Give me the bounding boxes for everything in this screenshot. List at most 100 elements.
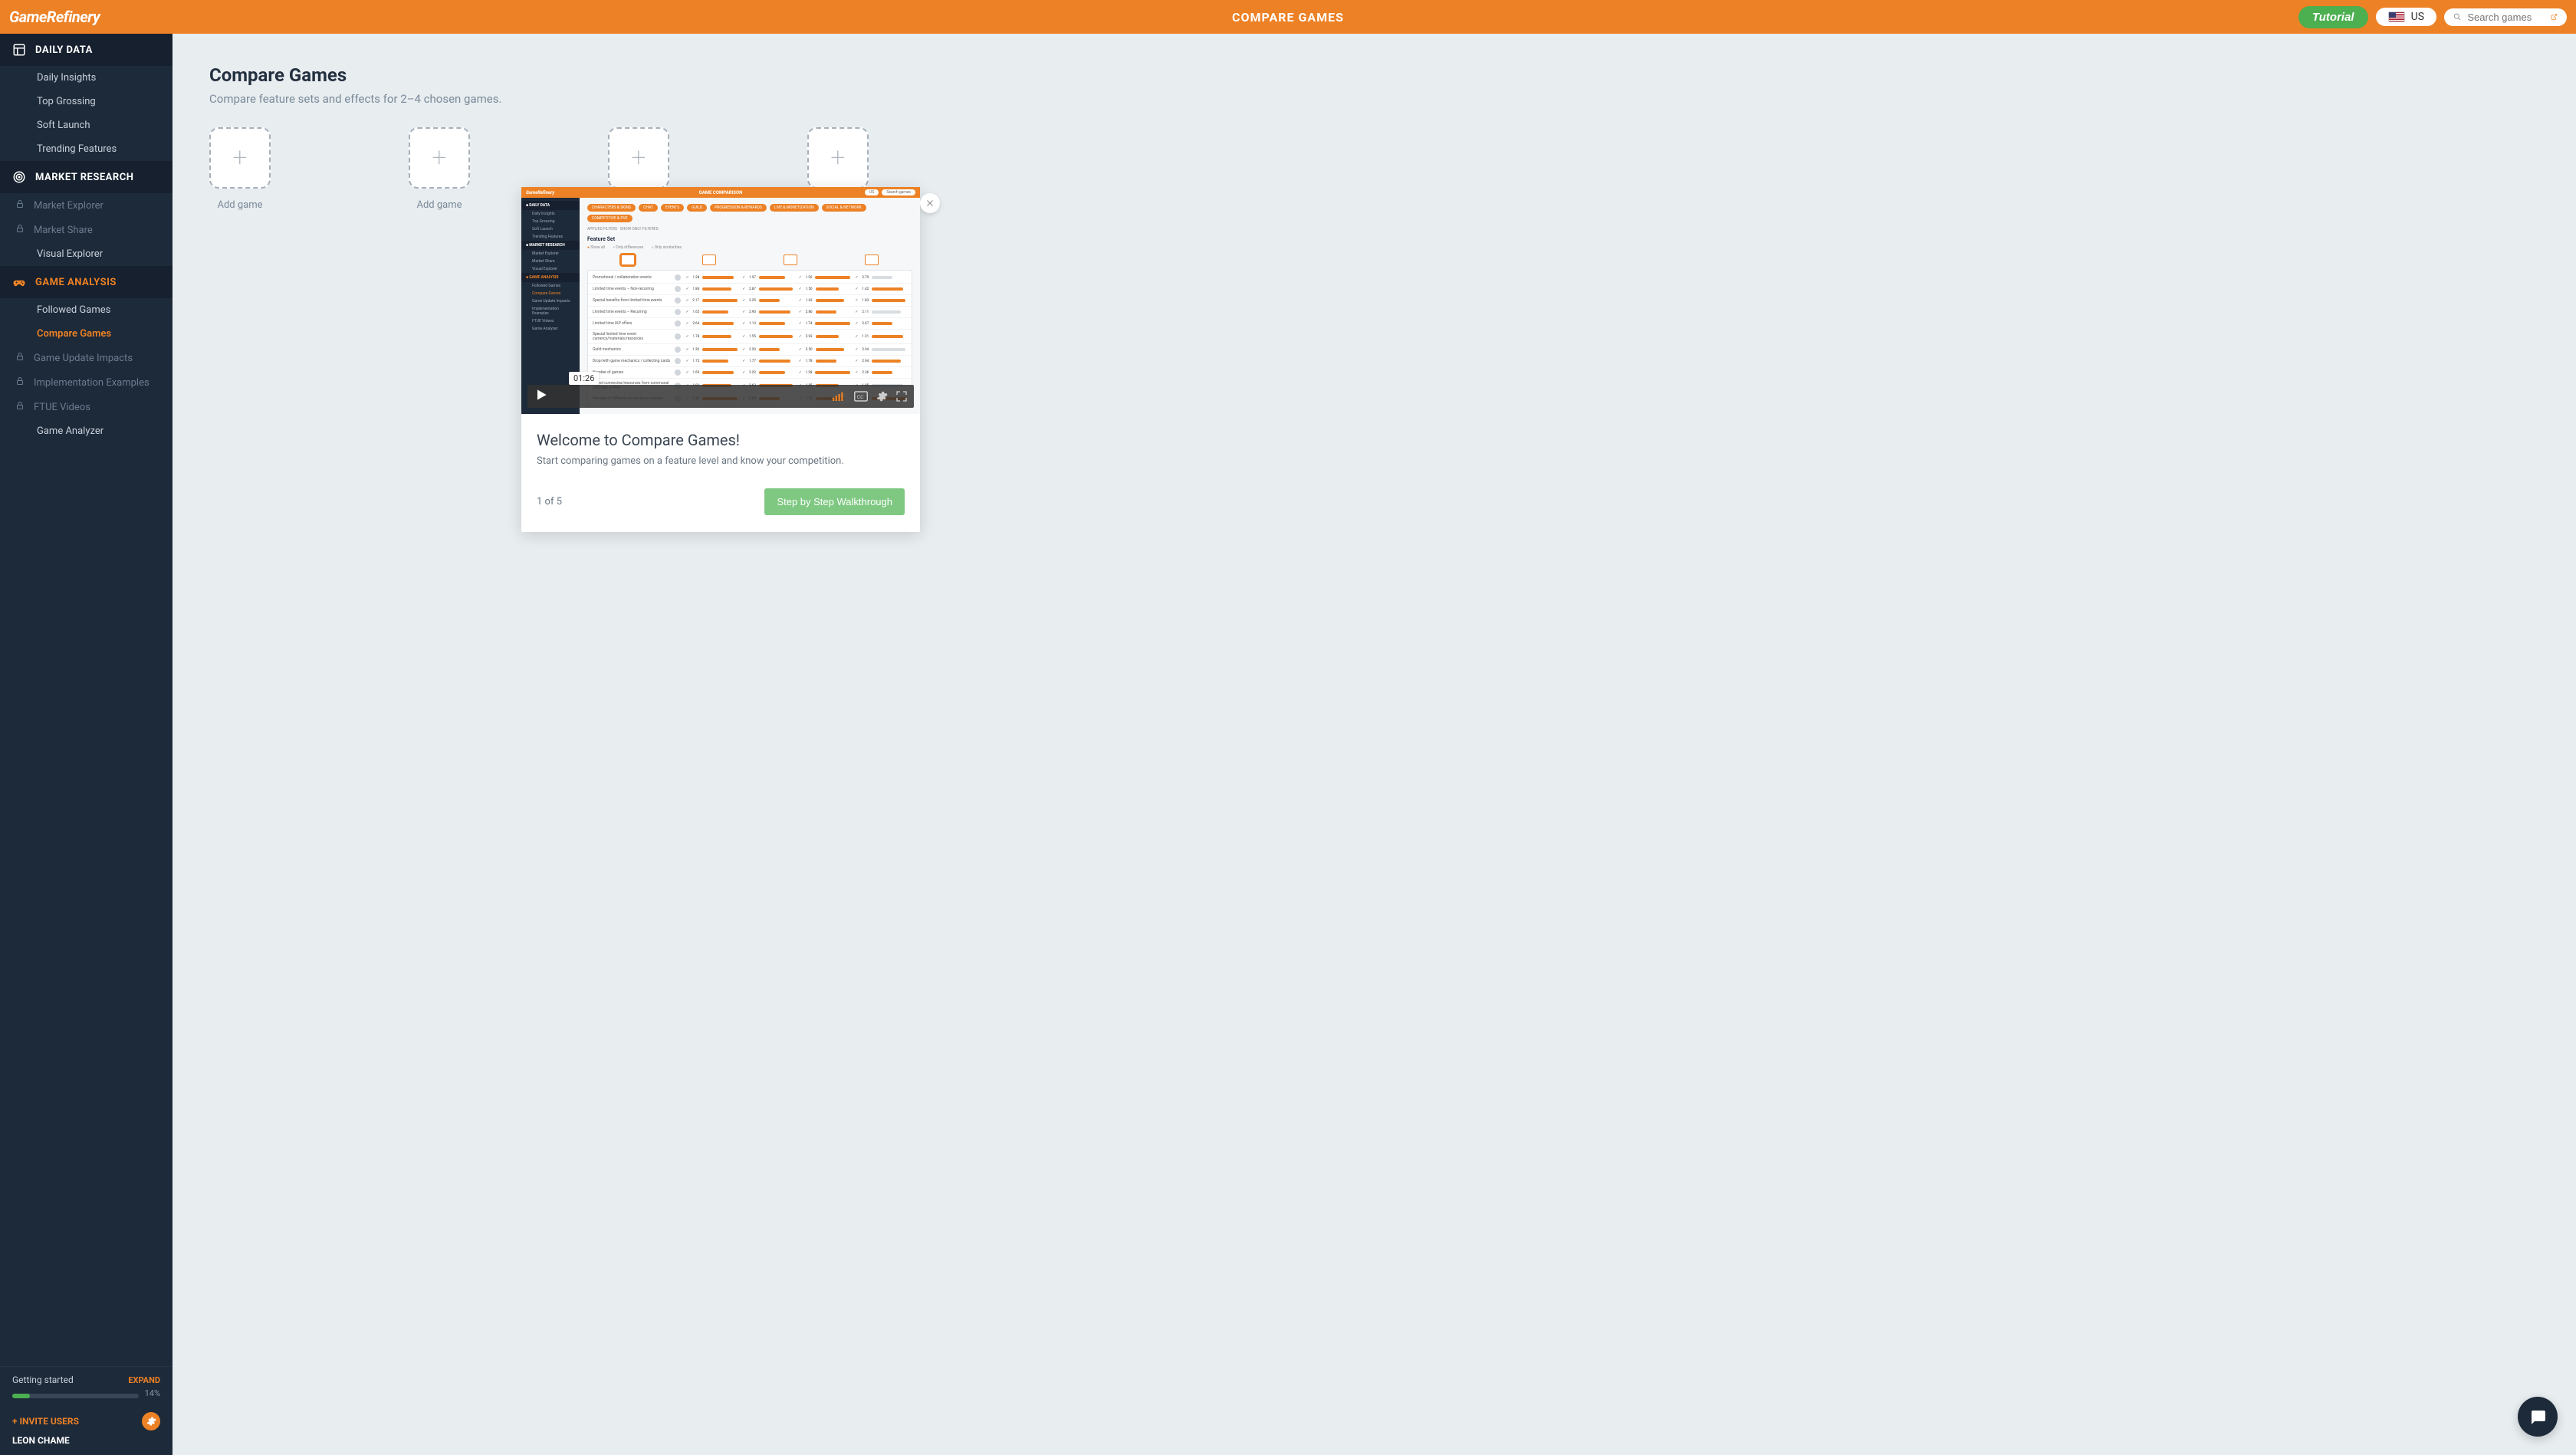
- nav-item[interactable]: Top Grossing: [0, 90, 172, 113]
- getting-started-label: Getting started: [12, 1375, 74, 1385]
- video-mock-search: Search games: [882, 189, 915, 195]
- nav-item[interactable]: Trending Features: [0, 137, 172, 161]
- search-icon: [2453, 11, 2461, 22]
- nav-item-label: FTUE Videos: [34, 402, 90, 413]
- region-selector[interactable]: US: [2376, 8, 2436, 26]
- nav-item-label: Top Grossing: [37, 96, 96, 107]
- nav-section-market[interactable]: MARKET RESEARCH: [0, 161, 172, 193]
- page-subtitle: Compare feature sets and effects for 2–4…: [209, 92, 2539, 106]
- nav-item-label: Game Update Impacts: [34, 353, 133, 364]
- add-game-slot: + Add game: [409, 127, 470, 211]
- fullscreen-icon: [895, 390, 908, 402]
- nav-item-label: Game Analyzer: [37, 425, 104, 437]
- tutorial-modal: GameRefinery GAME COMPARISON US Search g…: [521, 187, 920, 532]
- nav-item: Game Update Impacts: [0, 346, 172, 370]
- video-settings-button[interactable]: [876, 390, 888, 402]
- nav-item: FTUE Videos: [0, 395, 172, 419]
- brand-logo[interactable]: GameRefinery: [9, 8, 100, 26]
- video-mock-sub: APPLIED FILTERS SHOW ONLY FILTERED: [587, 227, 912, 232]
- user-name[interactable]: LEON CHAME: [0, 1432, 172, 1455]
- add-game-button[interactable]: +: [409, 127, 470, 189]
- video-mock-region: US: [865, 189, 879, 195]
- lock-icon: [15, 401, 25, 410]
- getting-started-panel[interactable]: Getting started EXPAND 14%: [0, 1367, 172, 1406]
- nav-item-label: Daily Insights: [37, 72, 96, 84]
- nav-section-label: GAME ANALYSIS: [35, 277, 117, 288]
- invite-users-link[interactable]: + INVITE USERS: [12, 1416, 79, 1427]
- fullscreen-button[interactable]: [895, 390, 908, 402]
- add-game-button[interactable]: +: [608, 127, 669, 189]
- gear-icon: [146, 1416, 156, 1427]
- video-mock-title: GAME COMPARISON: [699, 190, 743, 195]
- nav-item-label: Implementation Examples: [34, 377, 150, 389]
- region-label: US: [2411, 11, 2424, 23]
- captions-button[interactable]: CC: [854, 391, 868, 402]
- gear-icon: [876, 390, 888, 402]
- nav-item-label: Trending Features: [37, 143, 117, 155]
- video-controls: CC: [527, 385, 914, 408]
- play-icon: [534, 387, 549, 402]
- page-title: Compare Games: [209, 64, 2539, 86]
- close-button[interactable]: [920, 193, 940, 213]
- close-icon: [925, 199, 935, 208]
- nav-item-label: Market Share: [34, 225, 93, 236]
- plus-icon: +: [432, 145, 446, 171]
- nav-section-label: MARKET RESEARCH: [35, 172, 133, 183]
- tutorial-button[interactable]: Tutorial: [2298, 6, 2368, 28]
- tutorial-video[interactable]: GameRefinery GAME COMPARISON US Search g…: [521, 187, 920, 414]
- volume-button[interactable]: [833, 391, 846, 402]
- step-counter: 1 of 5: [537, 496, 562, 507]
- nav-item[interactable]: Followed Games: [0, 298, 172, 322]
- add-game-button[interactable]: +: [209, 127, 271, 189]
- chat-fab[interactable]: [2518, 1397, 2558, 1437]
- external-link-icon: [2551, 12, 2558, 21]
- lock-icon: [15, 224, 25, 233]
- svg-text:CC: CC: [857, 394, 864, 400]
- nav-item-label: Followed Games: [37, 304, 110, 316]
- settings-button[interactable]: [142, 1412, 160, 1430]
- nav-item: Market Share: [0, 218, 172, 242]
- nav-item-label: Visual Explorer: [37, 248, 103, 260]
- modal-description: Start comparing games on a feature level…: [537, 455, 905, 467]
- nav-section-daily[interactable]: DAILY DATA: [0, 34, 172, 66]
- nav-item: Implementation Examples: [0, 370, 172, 395]
- gamepad-icon: [12, 275, 26, 289]
- lock-icon: [15, 352, 25, 361]
- nav-item[interactable]: Visual Explorer: [0, 242, 172, 266]
- add-game-button[interactable]: +: [807, 127, 869, 189]
- progress-percent: 14%: [145, 1388, 160, 1398]
- expand-link[interactable]: EXPAND: [128, 1375, 160, 1385]
- nav-section-analysis[interactable]: GAME ANALYSIS: [0, 266, 172, 298]
- sidebar: DAILY DATA Daily Insights Top Grossing Soft…: [0, 34, 172, 1455]
- nav-section-label: DAILY DATA: [35, 44, 93, 56]
- nav-item[interactable]: Daily Insights: [0, 66, 172, 90]
- plus-icon: +: [232, 145, 247, 171]
- add-game-slot: +Add game: [209, 127, 271, 211]
- nav-item[interactable]: Compare Games: [0, 322, 172, 346]
- page-header-title: COMPARE GAMES: [1232, 10, 1344, 25]
- nav-item[interactable]: Soft Launch: [0, 113, 172, 137]
- data-icon: [12, 43, 26, 57]
- add-game-label: Add game: [416, 199, 462, 211]
- nav-item[interactable]: Game Analyzer: [0, 419, 172, 443]
- search-input[interactable]: [2467, 11, 2545, 23]
- main-content: Compare Games Compare feature sets and e…: [172, 34, 2576, 1455]
- lock-icon: [15, 199, 25, 209]
- modal-title: Welcome to Compare Games!: [537, 431, 905, 449]
- nav-item-label: Compare Games: [37, 328, 111, 340]
- video-mock-logo: GameRefinery: [526, 190, 554, 195]
- sidebar-bottom: Getting started EXPAND 14% + INVITE USER…: [0, 1366, 172, 1455]
- volume-bars-icon: [833, 391, 846, 402]
- cc-icon: CC: [854, 391, 868, 402]
- search-box[interactable]: [2444, 8, 2567, 26]
- progress-bar: [12, 1394, 139, 1398]
- nav-item-label: Market Explorer: [34, 200, 104, 212]
- plus-icon: +: [631, 145, 646, 171]
- target-icon: [12, 170, 26, 184]
- walkthrough-button[interactable]: Step by Step Walkthrough: [764, 488, 905, 515]
- play-button[interactable]: [534, 387, 549, 406]
- nav-item-label: Soft Launch: [37, 120, 90, 131]
- lock-icon: [15, 376, 25, 386]
- video-mock-main: CHARACTERS & SKINSCHATEVENTSGUILDPROGRES…: [580, 198, 920, 414]
- video-mock-section-title: Feature Set: [587, 236, 912, 242]
